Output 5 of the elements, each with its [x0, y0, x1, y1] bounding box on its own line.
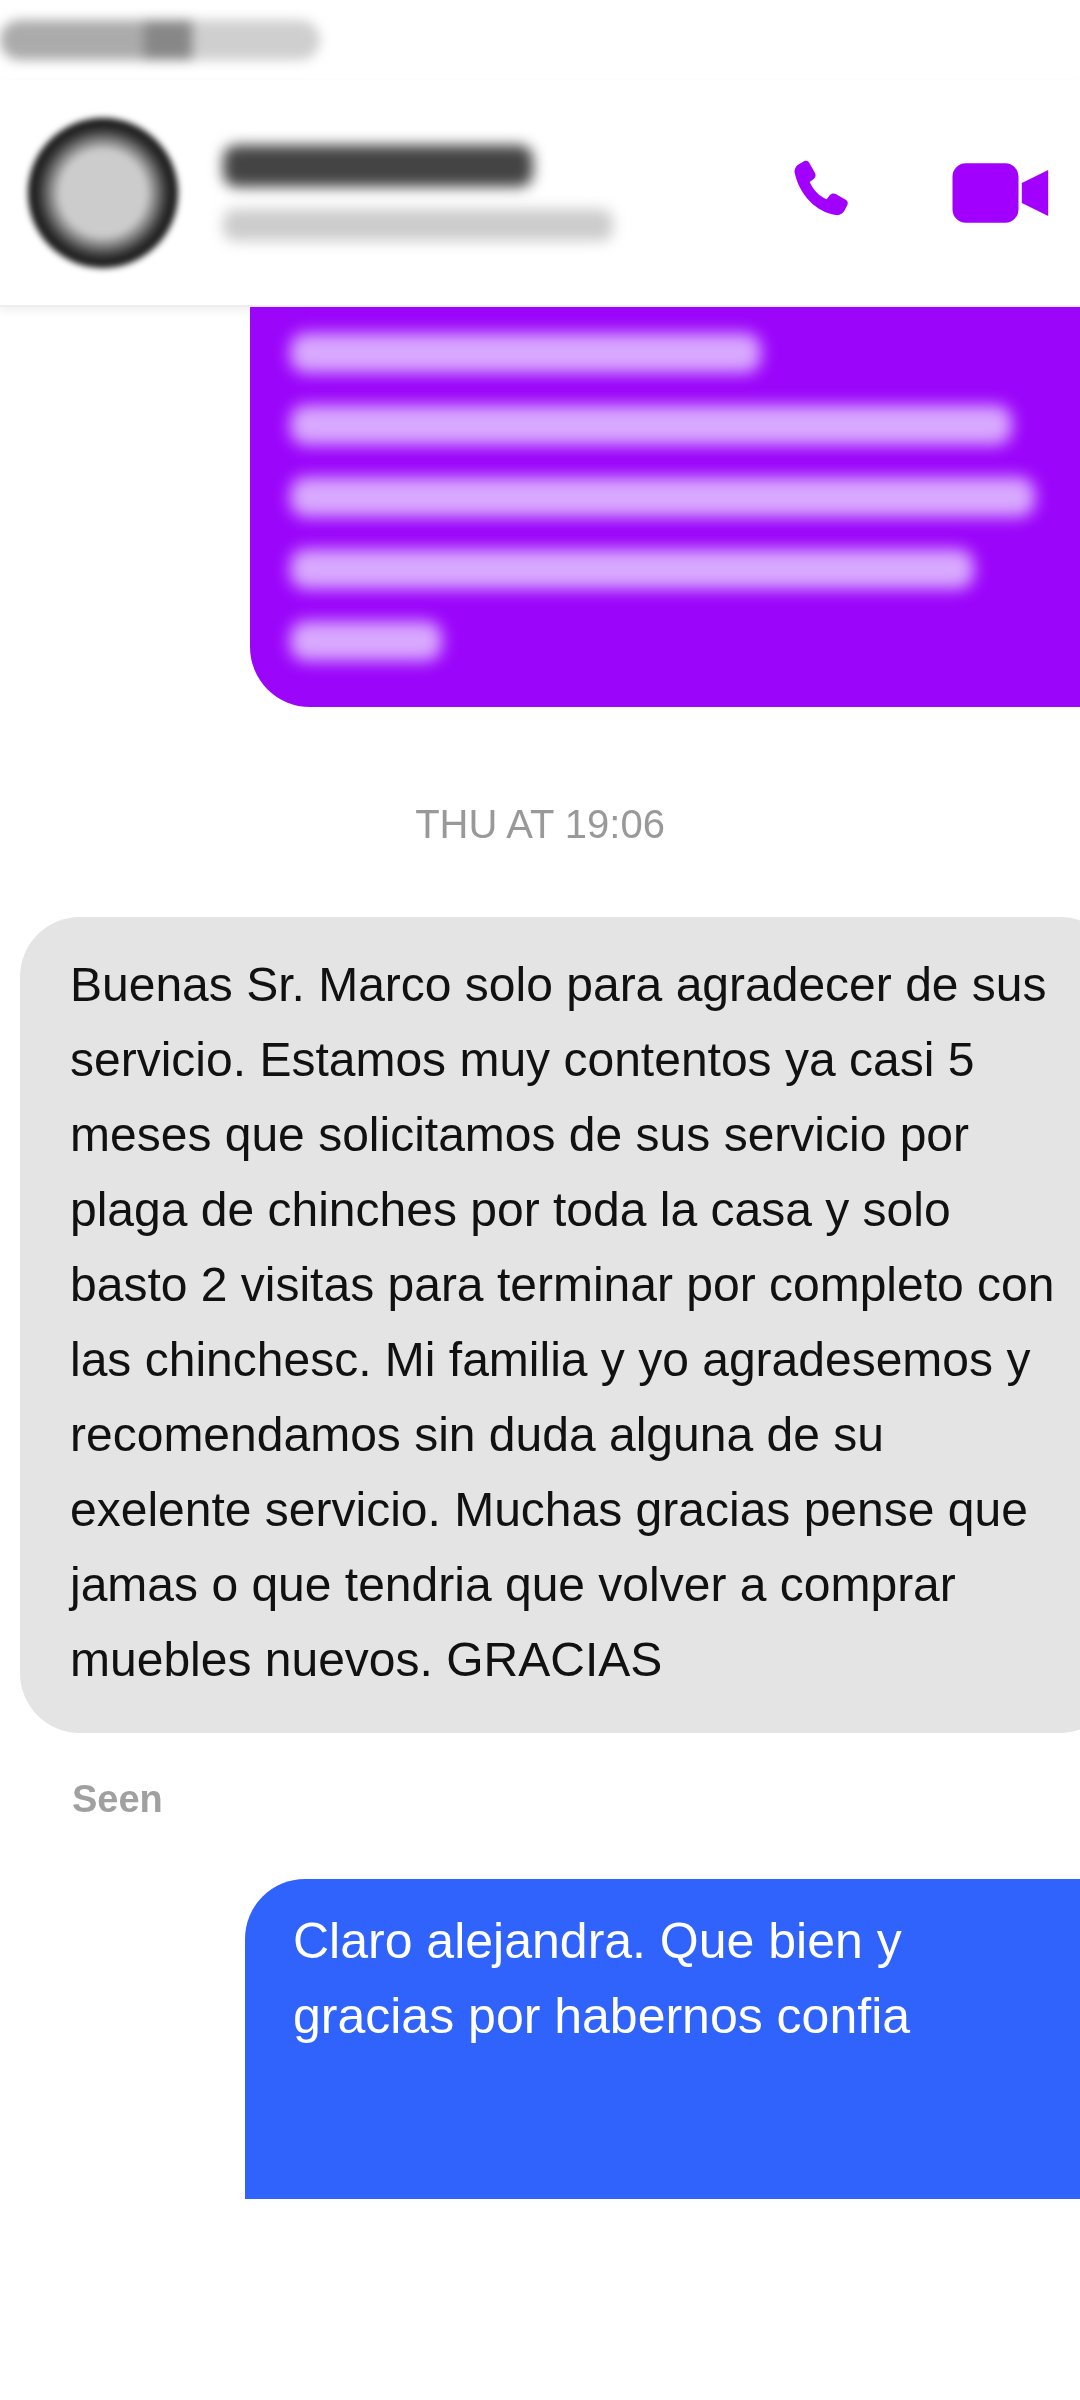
message-text: gracias por habernos confia — [293, 1987, 912, 2046]
timestamp: THU AT 19:06 — [414, 802, 666, 847]
message-text: Buenas Sr. Marco solo para agradecer de sus servicio. Estamos muy contentos ya casi 5 meses que solicitamos de sus servicio por plaga de chinches por toda la casa y solo basto 2 visitas para terminar por completo con las chinchesc. Mi familia y yo agradesemos y recomendamos sin duda alguna de su exelente servicio. Muchas gracias pense que jamas o que tendria que volver a comprar muebles nuevos. GRACIAS — [70, 957, 1056, 1688]
seen-status: Seen — [72, 1778, 164, 1821]
message-text: Claro alejandra. Que bien y — [293, 1912, 903, 1971]
